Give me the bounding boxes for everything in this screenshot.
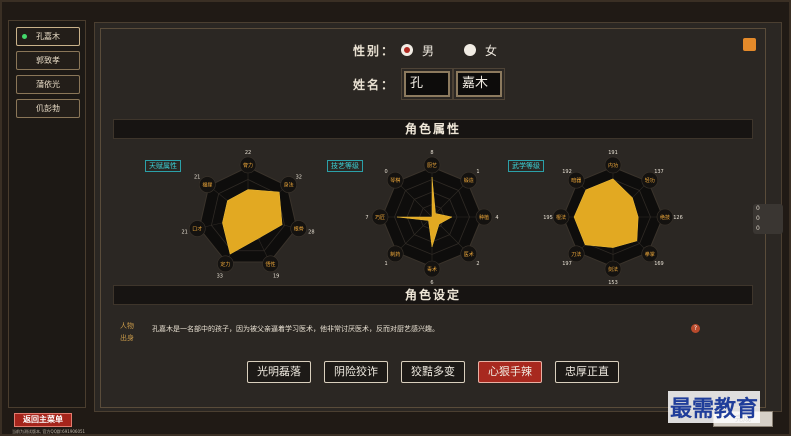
help-icon[interactable]: ?	[691, 324, 700, 333]
attributes-header: 角色属性	[113, 119, 753, 139]
origin-label: 人物 出身	[120, 320, 134, 344]
name-label: 姓名：	[353, 78, 396, 92]
surname-input[interactable]: 孔	[401, 68, 453, 100]
back-to-menu-button[interactable]: 返回主菜单	[14, 413, 72, 427]
character-tab-2[interactable]: 郭致孝	[16, 51, 80, 70]
character-tab-label: 蒲依光	[36, 80, 60, 89]
character-tab-label: 仉彭勃	[36, 104, 60, 113]
status-panel: 0 0 0	[753, 204, 783, 234]
character-tab-label: 孔嘉木	[36, 32, 60, 41]
setting-header: 角色设定	[113, 285, 753, 305]
gender-label: 性别：	[353, 44, 396, 58]
gender-female-radio[interactable]	[464, 44, 476, 56]
dice-icon[interactable]	[743, 38, 756, 51]
gender-female-label: 女	[485, 44, 498, 58]
gender-male-label: 男	[422, 44, 435, 58]
trait-button-1[interactable]: 光明磊落	[247, 361, 311, 383]
given-name-input[interactable]: 嘉木	[453, 68, 505, 100]
watermark: 最需教育	[668, 391, 761, 423]
version-text: 当前为测试版本, 官方QQ群:691906051	[12, 429, 86, 434]
martial-tag: 武学等级	[508, 160, 544, 172]
character-tab-4[interactable]: 仉彭勃	[16, 99, 80, 118]
origin-label-line1: 人物	[120, 322, 134, 330]
trait-button-3[interactable]: 狡黠多变	[401, 361, 465, 383]
character-tab-1[interactable]: 孔嘉木	[16, 27, 80, 46]
trait-button-2[interactable]: 阴险狡诈	[324, 361, 388, 383]
status-count-warning: 0	[756, 215, 760, 222]
trait-button-5[interactable]: 忠厚正直	[555, 361, 619, 383]
active-dot-icon	[22, 34, 27, 39]
character-list: 孔嘉木 郭致孝 蒲依光 仉彭勃	[8, 20, 86, 408]
trait-button-4[interactable]: 心狠手辣	[478, 361, 542, 383]
skill-tag: 技艺等级	[327, 160, 363, 172]
origin-label-line2: 出身	[120, 334, 134, 342]
gender-male-radio[interactable]	[401, 44, 413, 56]
character-tab-label: 郭致孝	[36, 56, 60, 65]
origin-text: 孔嘉木是一名部中的孩子，因为被父亲逼着学习医术，他非常讨厌医术，反而对厨艺感兴趣…	[152, 325, 439, 333]
character-tab-3[interactable]: 蒲依光	[16, 75, 80, 94]
talent-tag: 天赋属性	[145, 160, 181, 172]
status-count-info: 0	[756, 205, 760, 212]
status-count-error: 0	[756, 225, 760, 232]
